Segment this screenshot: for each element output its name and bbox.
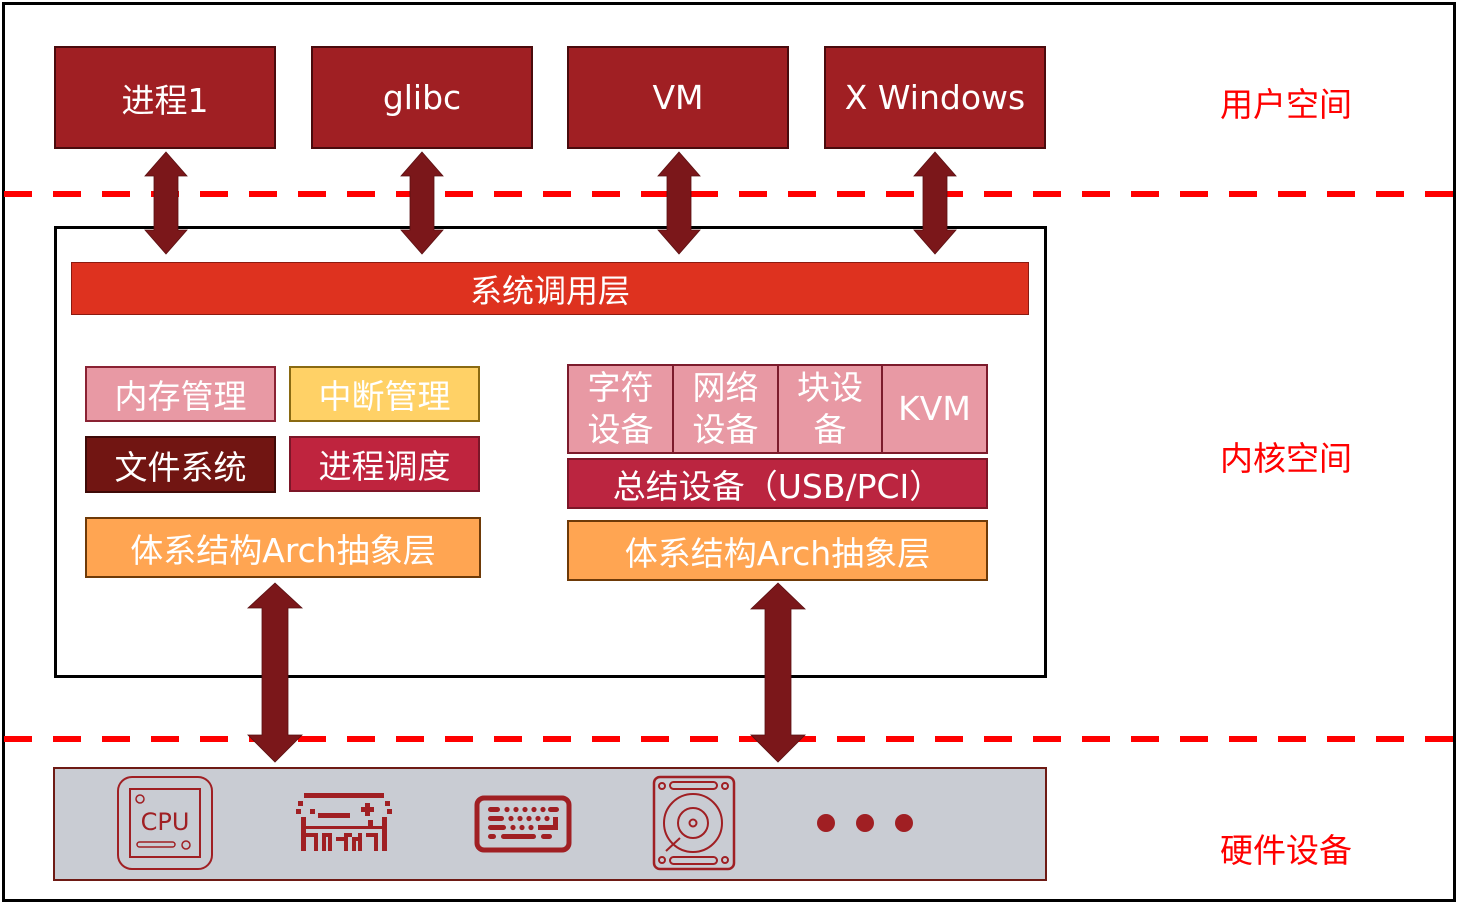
bus-devices: 总结设备（USB/PCI） <box>567 458 988 509</box>
arch-layer-left: 体系结构Arch抽象层 <box>85 517 481 578</box>
module-memory-management: 内存管理 <box>85 366 276 422</box>
device-label-line2: 设备 <box>587 410 654 449</box>
module-file-system: 文件系统 <box>85 436 276 493</box>
device-label-line1: 字符 <box>587 368 654 407</box>
keyboard-icon <box>474 795 572 853</box>
device-label-line2: 设备 <box>692 410 759 449</box>
device-char: 字符 设备 <box>567 364 674 454</box>
module-interrupt-management: 中断管理 <box>289 366 480 422</box>
user-box-label: X Windows <box>844 78 1026 117</box>
cpu-icon: CPU <box>117 776 213 870</box>
syscall-layer: 系统调用层 <box>71 262 1029 315</box>
memory-card-icon <box>296 793 392 851</box>
module-label: 中断管理 <box>318 377 451 416</box>
user-box-process: 进程1 <box>54 46 276 149</box>
user-box-vm: VM <box>567 46 789 149</box>
arch-layer-label: 体系结构Arch抽象层 <box>130 530 436 570</box>
cpu-icon-text: CPU <box>141 808 190 836</box>
arch-layer-right: 体系结构Arch抽象层 <box>567 520 988 581</box>
hard-disk-icon <box>652 775 736 871</box>
kernel-space-label: 内核空间 <box>1220 439 1352 478</box>
device-label-line1: KVM <box>898 389 971 428</box>
kernel-hardware-separator <box>4 736 1458 742</box>
device-kvm: KVM <box>881 364 988 454</box>
user-box-label: 进程1 <box>121 80 209 120</box>
user-box-glibc: glibc <box>311 46 533 149</box>
device-block: 块设 备 <box>777 364 883 454</box>
user-box-label: VM <box>652 78 704 117</box>
device-label-line1: 网络 <box>692 368 759 407</box>
module-label: 进程调度 <box>318 447 451 486</box>
user-box-label: glibc <box>382 78 462 117</box>
module-process-scheduling: 进程调度 <box>289 436 480 492</box>
device-label-line2: 备 <box>813 410 847 449</box>
user-kernel-separator <box>4 191 1458 197</box>
hardware-label: 硬件设备 <box>1220 831 1352 870</box>
bus-label: 总结设备（USB/PCI） <box>612 466 943 506</box>
user-box-xwindows: X Windows <box>824 46 1046 149</box>
more-icon <box>817 814 913 832</box>
arch-layer-label: 体系结构Arch抽象层 <box>624 533 931 573</box>
syscall-layer-label: 系统调用层 <box>469 271 630 310</box>
user-space-label: 用户空间 <box>1220 85 1352 124</box>
device-network: 网络 设备 <box>672 364 779 454</box>
module-label: 文件系统 <box>114 447 247 487</box>
device-label-line1: 块设 <box>797 368 863 407</box>
module-label: 内存管理 <box>114 377 247 416</box>
